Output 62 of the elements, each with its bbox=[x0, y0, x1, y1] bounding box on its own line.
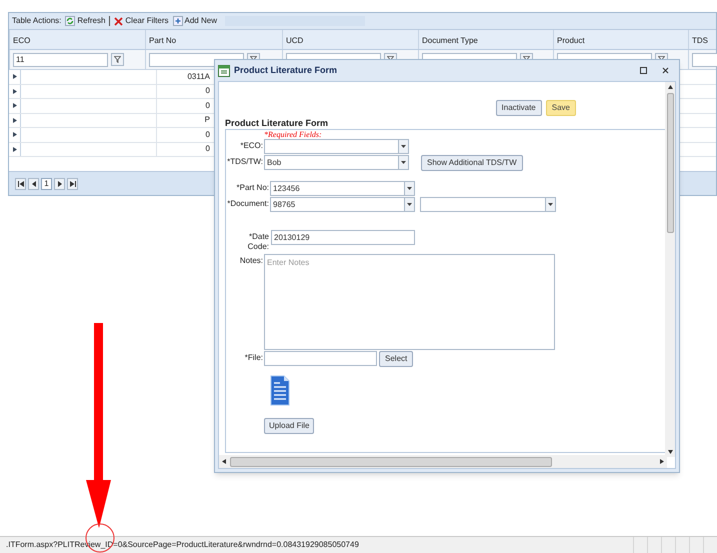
table-cell: 0 bbox=[206, 143, 210, 156]
close-icon bbox=[114, 16, 124, 26]
column-header[interactable]: Part No bbox=[146, 30, 283, 49]
file-field[interactable] bbox=[264, 351, 377, 366]
inactivate-button[interactable]: Inactivate bbox=[496, 100, 542, 116]
horizontal-scrollbar[interactable] bbox=[219, 455, 667, 468]
next-page-icon bbox=[56, 180, 62, 186]
field-label: Notes: bbox=[238, 255, 264, 266]
combo-box[interactable]: 123456 bbox=[270, 181, 415, 196]
scroll-left-icon[interactable] bbox=[222, 459, 226, 464]
previous-page-button[interactable] bbox=[28, 178, 39, 190]
toolbar-button[interactable]: Add New bbox=[172, 16, 217, 26]
vertical-scrollbar[interactable] bbox=[665, 82, 675, 457]
scroll-down-icon[interactable] bbox=[668, 450, 672, 454]
notes-field[interactable]: Enter Notes bbox=[264, 254, 555, 350]
column-header[interactable]: ECO bbox=[10, 30, 146, 49]
field-label: *File: bbox=[244, 352, 264, 363]
required-note: *Required Fields: bbox=[264, 131, 323, 139]
upload-file-button[interactable]: Upload File bbox=[264, 418, 314, 434]
previous-page-icon bbox=[30, 180, 36, 186]
show-additional-button[interactable]: Show Additional TDS/TW bbox=[421, 155, 523, 171]
toolbar-button[interactable]: Refresh bbox=[65, 16, 106, 26]
field-label: *Document: bbox=[226, 198, 270, 209]
window-title: Product Literature Form bbox=[234, 64, 338, 77]
field-label: *TDS/TW: bbox=[226, 156, 264, 167]
plus-icon bbox=[172, 16, 183, 26]
filter-field[interactable]: 11 bbox=[13, 52, 108, 66]
document-icon bbox=[270, 375, 290, 406]
maximize-button[interactable] bbox=[638, 66, 648, 76]
close-button[interactable] bbox=[660, 66, 670, 76]
first-page-icon bbox=[18, 180, 24, 186]
page-button[interactable]: 1 bbox=[41, 178, 52, 190]
last-page-button[interactable] bbox=[67, 178, 78, 190]
filter-icon bbox=[114, 56, 121, 63]
table-cell: 0 bbox=[206, 85, 210, 98]
field-label: *ECO: bbox=[239, 140, 264, 151]
save-button[interactable]: Save bbox=[546, 100, 576, 116]
last-page-icon bbox=[70, 180, 76, 186]
column-header[interactable]: UCD bbox=[283, 30, 419, 49]
combo-box[interactable]: 98765 bbox=[270, 197, 415, 212]
table-cell: P bbox=[204, 114, 210, 126]
toolbar-label: Table Actions: bbox=[12, 15, 62, 27]
refresh-icon bbox=[65, 16, 76, 26]
table-cell: 0 bbox=[206, 128, 210, 141]
toolbar-button[interactable]: Clear Filters bbox=[114, 16, 169, 26]
form-icon bbox=[218, 64, 230, 76]
table-cell: 0311A bbox=[187, 70, 210, 83]
scroll-right-icon[interactable] bbox=[660, 459, 664, 464]
column-header[interactable]: TDS bbox=[689, 30, 717, 49]
field-label: *Date Code: bbox=[246, 231, 270, 252]
scroll-up-icon[interactable] bbox=[668, 85, 672, 89]
column-header[interactable]: Product bbox=[554, 30, 689, 49]
next-page-button[interactable] bbox=[54, 178, 65, 190]
text-field[interactable]: 20130129 bbox=[271, 230, 415, 245]
select-button[interactable]: Select bbox=[379, 351, 414, 367]
column-header[interactable]: Document Type bbox=[419, 30, 554, 49]
combo-box[interactable]: Bob bbox=[264, 155, 409, 170]
table-cell: 0 bbox=[206, 100, 210, 112]
section-heading: Product Literature Form bbox=[225, 119, 330, 128]
first-page-button[interactable] bbox=[15, 178, 26, 190]
field-label: *Part No: bbox=[236, 182, 270, 193]
filter-button[interactable] bbox=[111, 53, 124, 66]
